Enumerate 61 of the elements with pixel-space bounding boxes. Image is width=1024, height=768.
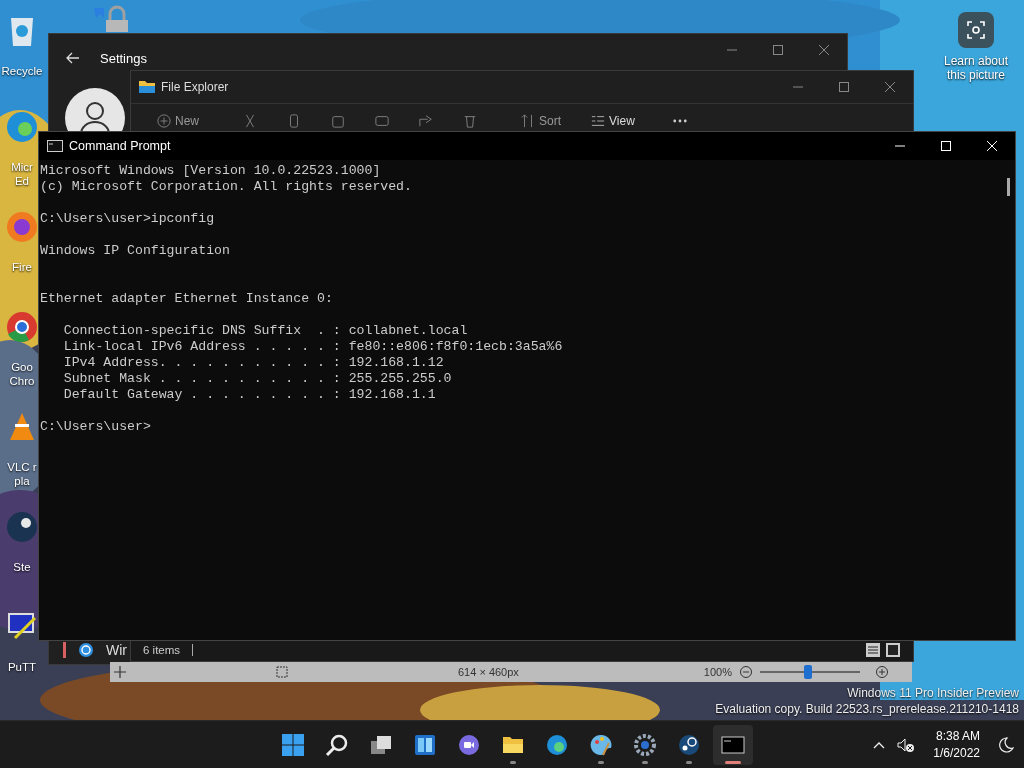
maximize-icon	[773, 45, 783, 55]
item-count: 6 items	[143, 644, 181, 656]
rename-icon	[375, 114, 389, 128]
list-icon	[591, 114, 606, 128]
widgets-icon	[413, 732, 437, 757]
details-view-icon[interactable]	[865, 642, 881, 658]
plus-circle-icon	[157, 114, 171, 128]
clock-date[interactable]: 1/6/2022	[933, 744, 980, 762]
start-icon	[281, 732, 305, 757]
close-icon	[819, 45, 829, 55]
speaker-muted-icon[interactable]	[897, 736, 916, 753]
move-icon[interactable]	[114, 666, 126, 678]
focus-frame-icon	[966, 20, 986, 40]
watermark-text: Evaluation copy. Build 22523.rs_prerelease.211210-1418	[715, 701, 1019, 717]
steam-icon	[677, 732, 701, 757]
close-icon	[987, 141, 997, 151]
sort-icon	[521, 114, 535, 128]
maximize-icon	[941, 141, 951, 151]
maximize-icon	[839, 82, 849, 92]
zoom-out-button[interactable]	[740, 666, 752, 678]
console-output: Microsoft Windows [Version 10.0.22523.1000] (c) Microsoft Corporation. All rights reserved. C:\Users\user>ipconfig Windows IP Configuration Ethernet adapter Ethernet Instance 0: Connection-specific DNS Suffix . : collabnet.local Link-local IPv6 Address . . . . . : fe80::e806:f8f0:1ecb:3a5a%6 IPv4 Address. . . . . . . . . . . : 192.168.1.12 Subnet Mask . . . . . . . . . . . : 255.255.255.0 Default Gateway . . . . . . . . . : 192.168.1.1 C:\Users\user>	[39, 162, 563, 435]
icon-label[interactable]: Recycle	[1, 64, 43, 78]
settings-icon	[633, 732, 657, 757]
new-button[interactable]: New	[145, 111, 211, 131]
clipboard-icon	[331, 114, 345, 128]
icon-label[interactable]: PuTT	[7, 660, 37, 674]
icon-label[interactable]: VLC r pla	[7, 460, 37, 488]
scissors-icon	[243, 114, 257, 128]
scrollbar-thumb[interactable]	[1007, 178, 1010, 196]
zoom-in-button[interactable]	[876, 666, 888, 678]
slider-thumb[interactable]	[804, 665, 812, 679]
view-button[interactable]: View	[579, 111, 647, 131]
sort-button[interactable]: Sort	[509, 111, 574, 131]
trash-icon	[463, 114, 477, 128]
taskbar-button[interactable]	[713, 724, 753, 765]
image-size: 614 × 460px	[458, 666, 519, 678]
camera-button[interactable]	[958, 12, 994, 48]
plus-icon	[876, 666, 888, 678]
copy-icon	[287, 114, 301, 128]
tiles-view-icon[interactable]	[885, 642, 901, 658]
window-title: File Explorer	[161, 80, 229, 94]
palette-icon	[589, 732, 613, 757]
steam-icon[interactable]	[5, 510, 39, 544]
share-icon	[419, 114, 433, 128]
icon-label[interactable]: Goo Chro	[9, 360, 35, 388]
moon-icon[interactable]	[998, 736, 1014, 753]
console-icon	[47, 140, 63, 152]
minus-icon	[740, 666, 752, 678]
clock-time[interactable]: 8:38 AM	[935, 727, 980, 745]
window-title: Settings	[100, 50, 147, 66]
zoom-level: 100%	[703, 666, 732, 678]
window-title: Command Prompt	[69, 139, 171, 153]
close-icon	[885, 82, 895, 92]
camera-chat-icon	[457, 732, 481, 757]
search-icon	[325, 732, 349, 757]
caret-up-icon[interactable]	[873, 740, 886, 749]
back-arrow-icon[interactable]	[66, 52, 80, 64]
icon-label[interactable]: Ste	[13, 560, 31, 574]
chrome-ball-icon[interactable]	[5, 310, 39, 344]
folder-icon	[139, 80, 155, 94]
sync-icon	[78, 642, 94, 658]
